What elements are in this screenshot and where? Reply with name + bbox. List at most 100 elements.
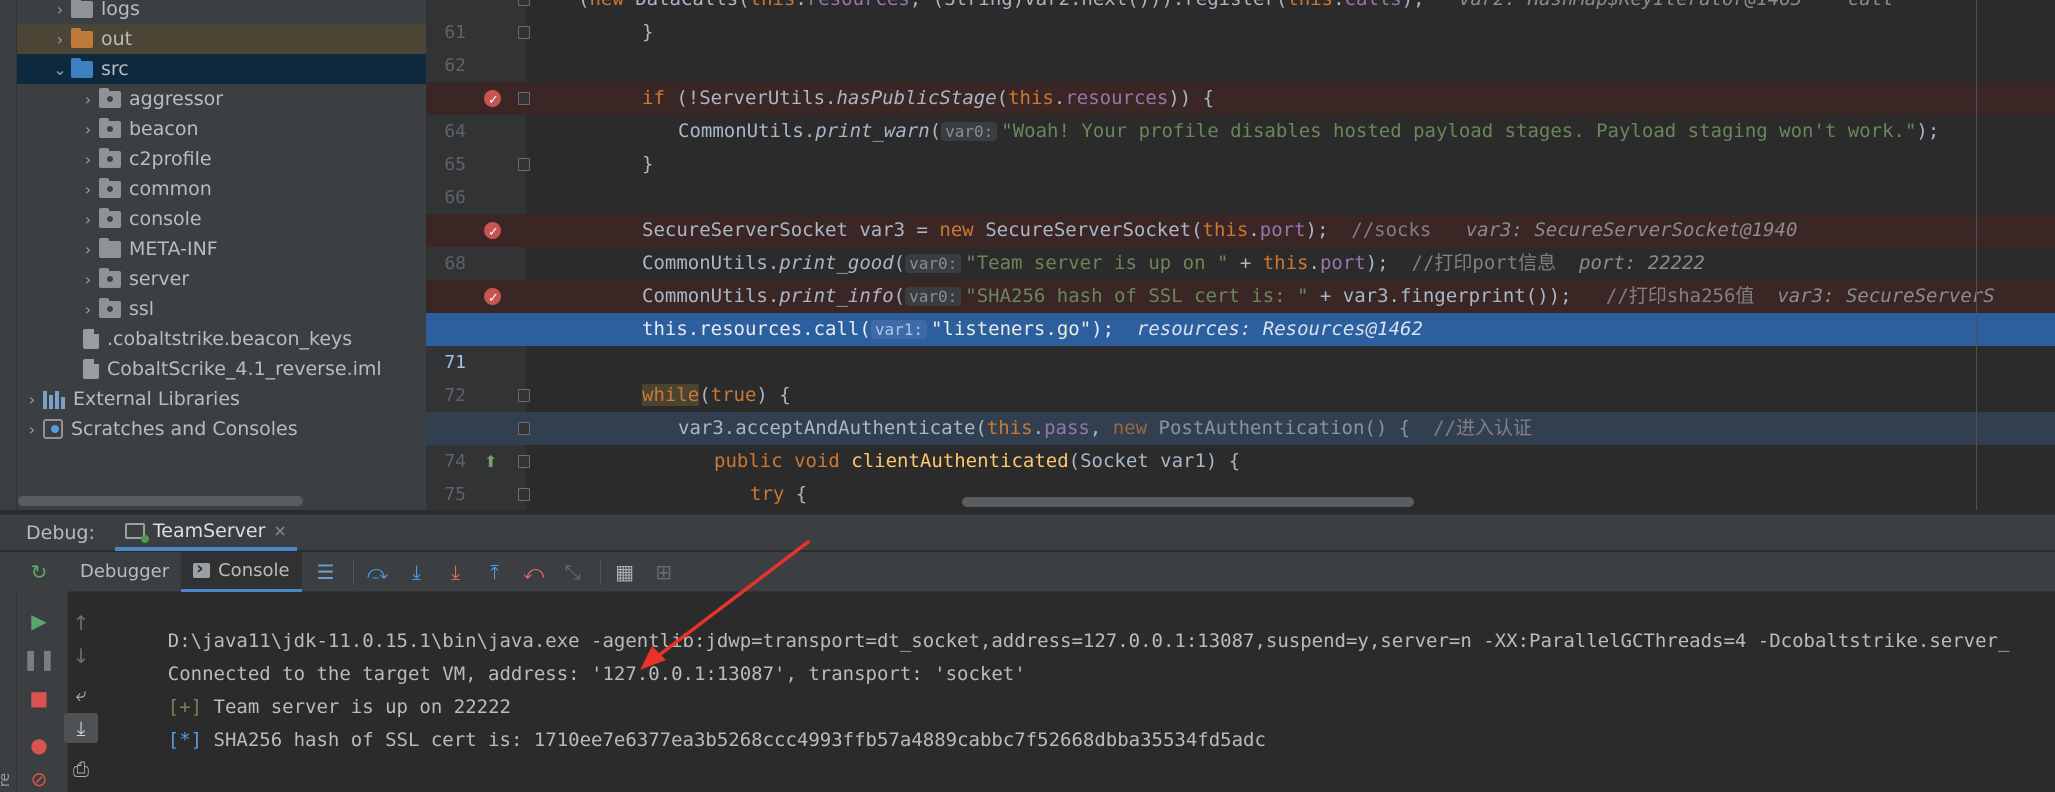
tab-label: TeamServer — [152, 519, 266, 542]
scratches-icon — [43, 419, 63, 439]
chevron-right-icon[interactable]: › — [77, 210, 99, 229]
code-line-72[interactable]: 72 — [426, 346, 2055, 406]
tree-item-meta-inf[interactable]: › META-INF — [17, 234, 426, 264]
breakpoint-icon[interactable] — [484, 84, 501, 117]
tab-debugger[interactable]: Debugger — [68, 552, 181, 592]
tab-console[interactable]: Console — [181, 551, 302, 592]
chevron-right-icon[interactable]: › — [49, 0, 71, 19]
chevron-right-icon[interactable]: › — [77, 90, 99, 109]
code-line-71-execution-point[interactable]: 71 this.resources.call(var1: "listeners.g… — [426, 313, 2055, 373]
scroll-down-icon[interactable]: ↓ — [64, 641, 98, 671]
fold-marker-icon[interactable] — [518, 26, 530, 39]
console-icon — [193, 558, 211, 579]
fold-marker-icon[interactable] — [518, 92, 530, 105]
fold-marker-icon[interactable] — [518, 0, 530, 6]
inline-debug-value: var2: HashMap$KeyIterator@1465 call — [1459, 0, 1894, 10]
code-line-61[interactable]: 61 (new DataCalls(this.resources, (Strin… — [426, 0, 2055, 43]
fold-marker-icon[interactable] — [518, 389, 530, 402]
code-line-68[interactable]: 68 SecureServerSocket var3 = new SecureS… — [426, 214, 2055, 274]
step-into-icon[interactable]: ⤓ — [402, 557, 432, 587]
breakpoint-icon[interactable] — [484, 216, 501, 249]
fold-marker-icon[interactable] — [518, 455, 530, 468]
tab-teamserver[interactable]: TeamServer × — [114, 515, 297, 551]
chevron-right-icon[interactable]: › — [77, 270, 99, 289]
soft-wrap-icon[interactable]: ⤶ — [64, 679, 98, 709]
tree-item-common[interactable]: › common — [17, 174, 426, 204]
fold-marker-icon[interactable] — [518, 422, 530, 435]
tree-item-c2profile[interactable]: › c2profile — [17, 144, 426, 174]
file-icon — [83, 329, 99, 349]
project-tree-panel: › logs › out ⌄ src › aggressor › beacon … — [0, 0, 426, 510]
code-line-64[interactable]: 64 if (!ServerUtils.hasPublicStage(this.… — [426, 82, 2055, 142]
code-editor[interactable]: 61 (new DataCalls(this.resources, (Strin… — [426, 0, 2055, 510]
code-line-74[interactable]: 74 var3.acceptAndAuthenticate(this.pass,… — [426, 412, 2055, 472]
code-line-73[interactable]: 73 while(true) { — [426, 379, 2055, 439]
code-text: CommonUtils.print_warn(var0: "Woah! Your … — [678, 120, 1940, 142]
code-comment: //打印port信息 — [1411, 252, 1557, 274]
chevron-right-icon[interactable]: › — [49, 30, 71, 49]
editor-horizontal-scrollbar[interactable] — [962, 497, 1414, 507]
tree-item-aggressor[interactable]: › aggressor — [17, 84, 426, 114]
implements-method-icon[interactable]: ⬆ — [484, 453, 501, 470]
chevron-right-icon[interactable]: › — [21, 390, 43, 409]
fold-marker-icon[interactable] — [518, 488, 530, 501]
chevron-right-icon[interactable]: › — [77, 120, 99, 139]
tree-item-external-libraries[interactable]: › External Libraries — [17, 384, 426, 414]
parameter-hint: var0: — [905, 254, 962, 273]
tree-item-label: c2profile — [129, 148, 212, 170]
mute-breakpoints-icon[interactable]: ⊘ — [22, 764, 56, 792]
evaluate-expression-icon[interactable]: ▦ — [610, 557, 640, 587]
step-out-icon[interactable]: ⤒ — [480, 557, 510, 587]
code-line-69[interactable]: 69 CommonUtils.print_good(var0:"Team ser… — [426, 247, 2055, 307]
tree-item-server[interactable]: › server — [17, 264, 426, 294]
rerun-icon[interactable]: ↻ — [22, 557, 56, 587]
tree-item-ssl[interactable]: › ssl — [17, 294, 426, 324]
package-icon — [99, 207, 121, 228]
drop-frame-icon[interactable]: ⤺ — [519, 557, 549, 587]
chevron-right-icon[interactable]: › — [77, 240, 99, 259]
console-output[interactable]: D:\java11\jdk-11.0.15.1\bin\java.exe -ag… — [105, 592, 2055, 792]
chevron-right-icon[interactable]: › — [77, 150, 99, 169]
force-step-into-icon[interactable]: ⤓ — [441, 557, 471, 587]
chevron-right-icon[interactable]: › — [77, 300, 99, 319]
tree-item-scratches[interactable]: › Scratches and Consoles — [17, 414, 426, 444]
tree-item-iml-file[interactable]: CobaltScrike_4.1_reverse.iml — [17, 354, 426, 384]
trace-stream-icon[interactable]: ⊞ — [649, 557, 679, 587]
tree-item-src[interactable]: ⌄ src — [17, 54, 426, 84]
tree-item-beacon[interactable]: › beacon — [17, 114, 426, 144]
fold-marker-icon[interactable] — [518, 158, 530, 171]
scroll-to-end-icon[interactable]: ⤓ — [64, 713, 98, 743]
code-line-75[interactable]: 75 ⬆ public void clientAuthenticated(Soc… — [426, 445, 2055, 505]
run-to-cursor-icon[interactable]: ⤡ — [558, 557, 588, 587]
code-line-67[interactable]: 67 — [426, 181, 2055, 241]
code-line-62[interactable]: 62 } — [426, 16, 2055, 76]
tree-item-label: src — [101, 58, 129, 80]
code-line-63[interactable]: 63 — [426, 49, 2055, 109]
chevron-down-icon[interactable]: ⌄ — [49, 60, 71, 79]
pause-icon[interactable]: ❚❚ — [22, 644, 56, 674]
scroll-up-icon[interactable]: ↑ — [64, 608, 98, 638]
tree-item-label: META-INF — [129, 238, 218, 260]
tree-item-logs[interactable]: › logs — [17, 0, 426, 24]
code-line-65[interactable]: 65 CommonUtils.print_warn(var0: "Woah! Yo… — [426, 115, 2055, 175]
debug-toolbar: Debugger Console ☰ ⤼ ⤓ ⤓ ⤒ ⤺ ⤡ ▦ ⊞ — [0, 551, 2055, 592]
tree-item-out[interactable]: › out — [17, 24, 426, 54]
resume-icon[interactable]: ▶ — [22, 606, 56, 636]
tree-item-console[interactable]: › console — [17, 204, 426, 234]
step-over-icon[interactable]: ⤼ — [363, 557, 393, 587]
breakpoint-icon[interactable] — [484, 282, 501, 315]
parameter-hint: var0: — [941, 122, 998, 141]
print-icon[interactable]: ⎙ — [64, 754, 98, 784]
tree-horizontal-scrollbar[interactable] — [18, 496, 303, 506]
chevron-right-icon[interactable]: › — [77, 180, 99, 199]
code-line-66[interactable]: 66 } — [426, 148, 2055, 208]
tree-item-beacon-keys[interactable]: .cobaltstrike.beacon_keys — [17, 324, 426, 354]
side-tool-strip: re — [0, 592, 17, 792]
code-line-70[interactable]: 70 CommonUtils.print_info(var0:"SHA256 h… — [426, 280, 2055, 340]
layout-menu-icon[interactable]: ☰ — [311, 557, 341, 587]
close-icon[interactable]: × — [273, 521, 286, 540]
stop-icon[interactable]: ■ — [22, 683, 56, 713]
code-text: if (!ServerUtils.hasPublicStage(this.res… — [642, 87, 1215, 109]
chevron-right-icon[interactable]: › — [21, 420, 43, 439]
view-breakpoints-icon[interactable]: ● — [22, 730, 56, 760]
